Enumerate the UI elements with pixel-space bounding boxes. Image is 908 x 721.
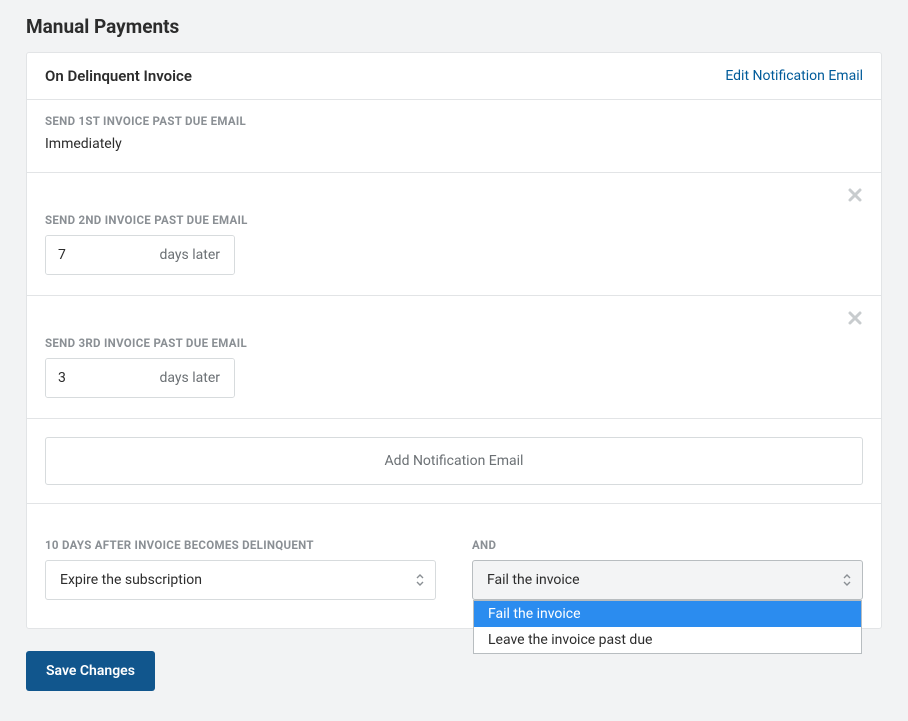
add-email-section: Add Notification Email	[27, 419, 881, 504]
remove-second-email-button[interactable]	[847, 187, 867, 207]
third-email-input-group: days later	[45, 358, 235, 398]
invoice-option-leave-past-due[interactable]: Leave the invoice past due	[474, 627, 861, 653]
second-email-suffix: days later	[160, 236, 235, 274]
third-email-section: SEND 3RD INVOICE PAST DUE EMAIL days lat…	[27, 296, 881, 419]
first-email-label: SEND 1ST INVOICE PAST DUE EMAIL	[45, 114, 863, 128]
subscription-action-label: 10 DAYS AFTER INVOICE BECOMES DELINQUENT	[45, 538, 436, 552]
edit-notification-email-link[interactable]: Edit Notification Email	[725, 68, 863, 84]
card-header: On Delinquent Invoice Edit Notification …	[27, 53, 881, 100]
second-email-section: SEND 2ND INVOICE PAST DUE EMAIL days lat…	[27, 173, 881, 296]
invoice-action-value: Fail the invoice	[487, 572, 580, 588]
delinquent-action-section: 10 DAYS AFTER INVOICE BECOMES DELINQUENT…	[27, 504, 881, 628]
invoice-action-column: AND Fail the invoice Fail the invoice Le…	[472, 538, 863, 600]
third-email-days-input[interactable]	[46, 359, 160, 397]
invoice-option-fail[interactable]: Fail the invoice	[474, 601, 861, 627]
card-header-title: On Delinquent Invoice	[45, 67, 192, 85]
subscription-action-select[interactable]: Expire the subscription	[45, 560, 436, 600]
close-icon	[847, 311, 863, 330]
third-email-suffix: days later	[160, 359, 235, 397]
page-title: Manual Payments	[26, 15, 882, 38]
close-icon	[847, 188, 863, 207]
invoice-action-dropdown: Fail the invoice Leave the invoice past …	[473, 600, 862, 654]
add-notification-email-button[interactable]: Add Notification Email	[45, 437, 863, 485]
invoice-action-select[interactable]: Fail the invoice Fail the invoice Leave …	[472, 560, 863, 600]
first-email-section: SEND 1ST INVOICE PAST DUE EMAIL Immediat…	[27, 100, 881, 173]
second-email-label: SEND 2ND INVOICE PAST DUE EMAIL	[45, 213, 863, 227]
save-changes-button[interactable]: Save Changes	[26, 651, 155, 691]
select-arrows-icon	[842, 573, 852, 587]
second-email-input-group: days later	[45, 235, 235, 275]
select-arrows-icon	[415, 573, 425, 587]
third-email-label: SEND 3RD INVOICE PAST DUE EMAIL	[45, 336, 863, 350]
subscription-action-value: Expire the subscription	[60, 572, 202, 588]
first-email-value: Immediately	[45, 136, 863, 152]
invoice-action-label: AND	[472, 538, 863, 552]
subscription-action-column: 10 DAYS AFTER INVOICE BECOMES DELINQUENT…	[45, 538, 436, 600]
remove-third-email-button[interactable]	[847, 310, 867, 330]
second-email-days-input[interactable]	[46, 236, 160, 274]
delinquent-invoice-card: On Delinquent Invoice Edit Notification …	[26, 52, 882, 629]
